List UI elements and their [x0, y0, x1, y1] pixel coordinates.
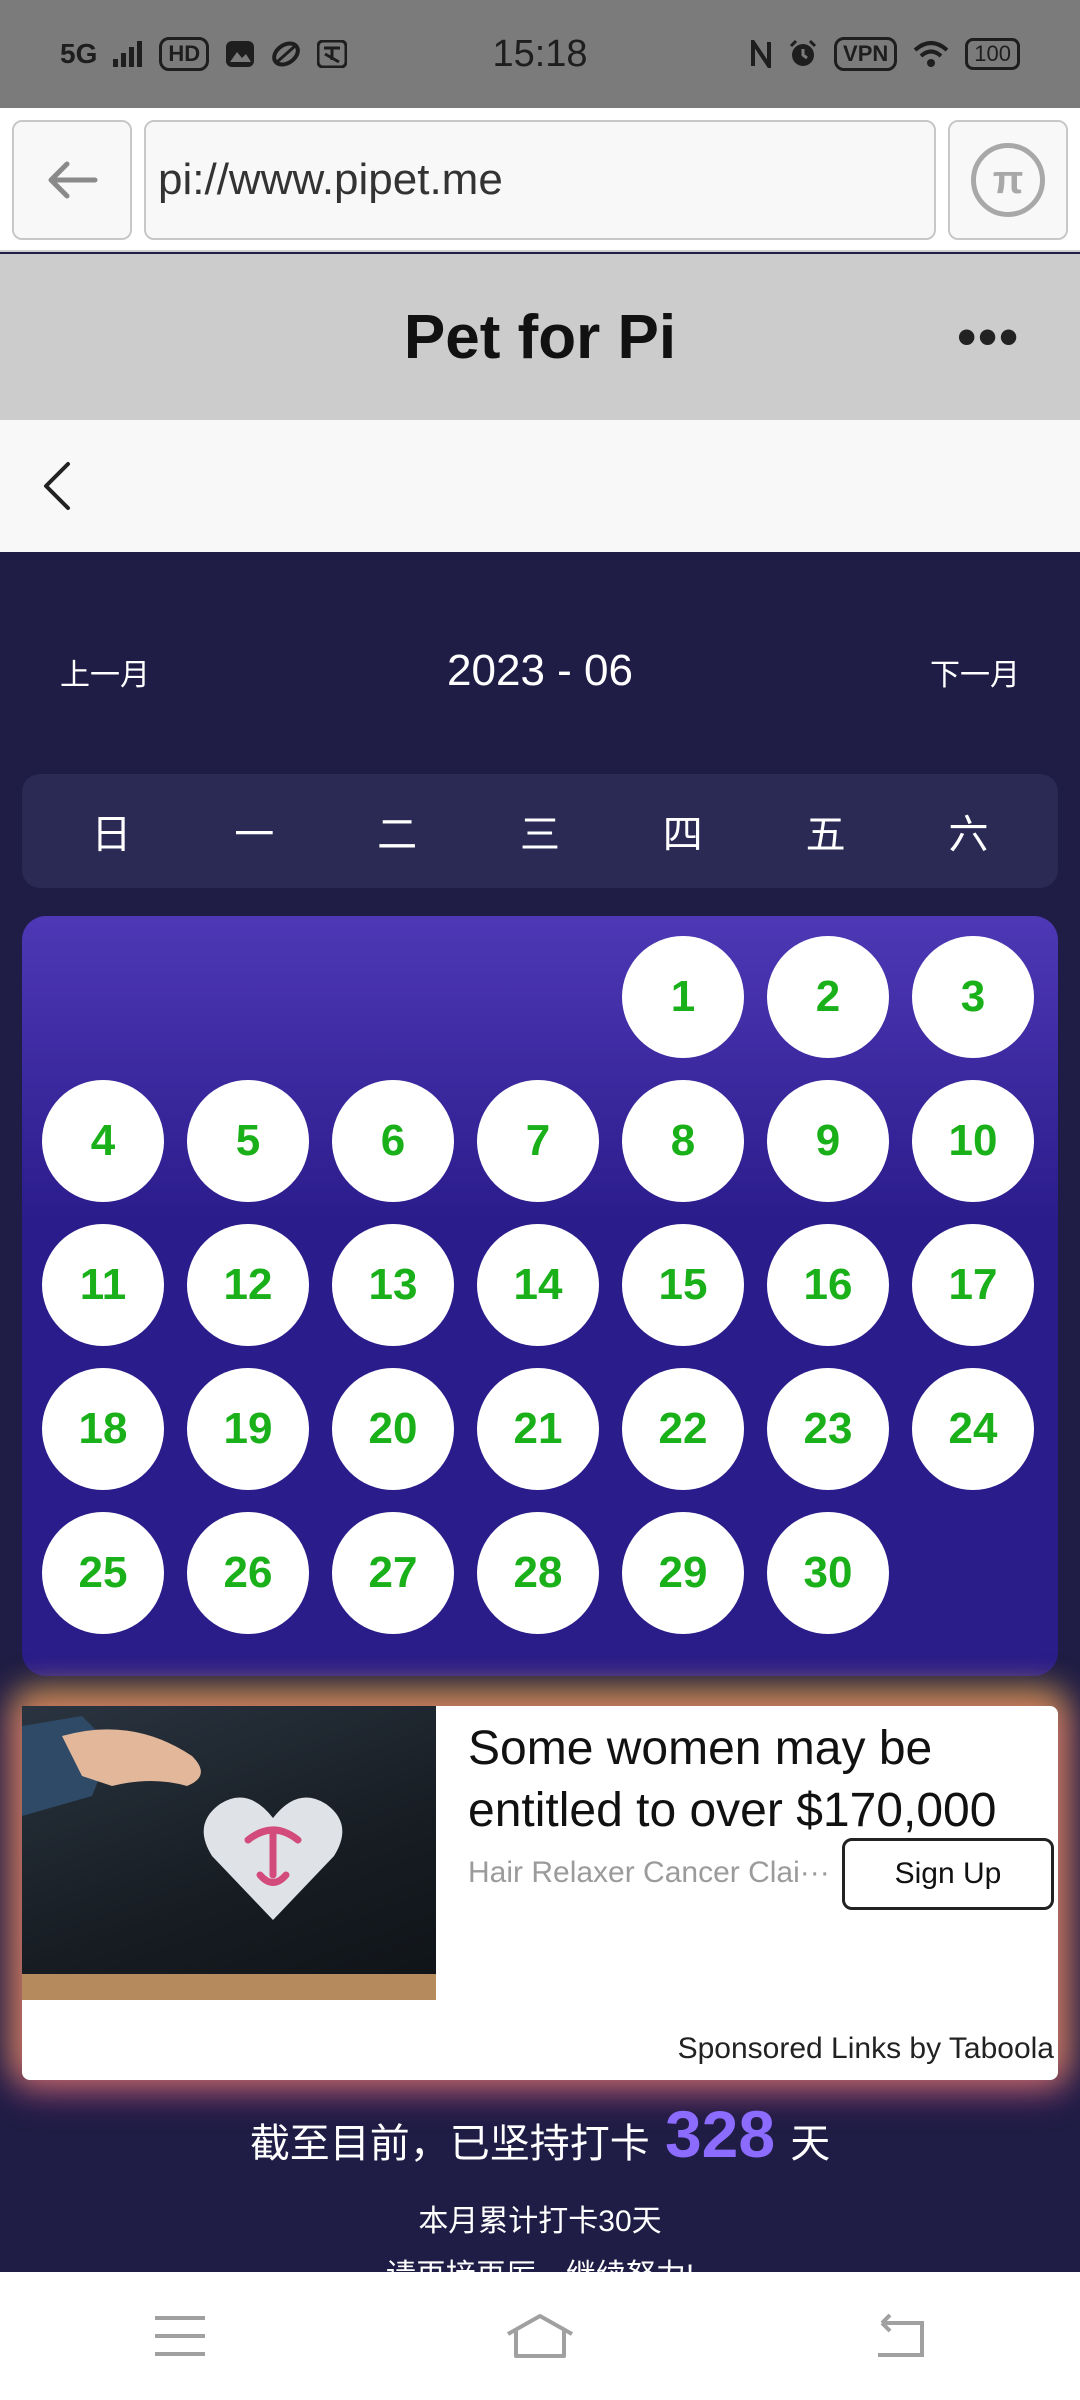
- gallery-icon: [226, 41, 255, 67]
- status-time: 15:18: [492, 32, 588, 75]
- calendar-day[interactable]: 13: [332, 1224, 454, 1346]
- ad-image-surface: [22, 1974, 436, 2000]
- url-text: pi://www.pipet.me: [158, 155, 503, 204]
- calendar-day[interactable]: 24: [912, 1368, 1034, 1490]
- calendar-day[interactable]: 1: [622, 936, 744, 1058]
- calendar-day[interactable]: 19: [187, 1368, 309, 1490]
- ad-attribution[interactable]: Sponsored Links by Taboola: [678, 2032, 1054, 2066]
- next-month-button[interactable]: 下一月: [930, 650, 1020, 694]
- calendar-day[interactable]: 3: [912, 936, 1034, 1058]
- home-icon: [507, 2314, 573, 2358]
- status-right: VPN 100: [750, 37, 1020, 71]
- calendar-day[interactable]: 26: [187, 1512, 309, 1634]
- signal-icon: [113, 41, 143, 67]
- month-total: 本月累计打卡30天: [418, 2205, 662, 2238]
- calendar-day[interactable]: 11: [42, 1224, 164, 1346]
- leaf-icon: [272, 41, 300, 67]
- sub-header: [0, 420, 1080, 552]
- weekday-label: 一: [234, 813, 275, 857]
- calendar-day[interactable]: 10: [912, 1080, 1034, 1202]
- current-month-label: 2023 - 06: [447, 646, 633, 695]
- weekday-label: 三: [519, 813, 560, 857]
- calendar-empty-cell: [477, 936, 599, 1058]
- pi-browser-button[interactable]: π: [948, 120, 1068, 240]
- weekday-label: 六: [948, 813, 989, 857]
- ad-source: Hair Relaxer Cancer Clai···: [468, 1856, 830, 1889]
- weekday-label: 日: [91, 813, 132, 857]
- calendar-day[interactable]: 27: [332, 1512, 454, 1634]
- back-icon: [878, 2313, 924, 2357]
- calendar-empty-cell: [42, 936, 164, 1058]
- weekday-label: 四: [662, 813, 703, 857]
- calendar-day[interactable]: 20: [332, 1368, 454, 1490]
- back-chevron-icon[interactable]: [32, 458, 88, 514]
- pi-logo-icon: π: [971, 143, 1045, 217]
- calendar-day[interactable]: 12: [187, 1224, 309, 1346]
- weekday-header: 日 一 二 三 四 五 六: [22, 774, 1058, 888]
- browser-back-button[interactable]: [12, 120, 132, 240]
- calendar-day[interactable]: 7: [477, 1080, 599, 1202]
- streak-suffix: 天: [790, 2122, 831, 2166]
- calendar-empty-cell: [332, 936, 454, 1058]
- calendar-day[interactable]: 30: [767, 1512, 889, 1634]
- home-button[interactable]: [495, 2301, 585, 2371]
- nfc-icon: [751, 40, 772, 68]
- app-header: Pet for Pi •••: [0, 254, 1080, 420]
- url-bar[interactable]: pi://www.pipet.me: [144, 120, 936, 240]
- ad-headline[interactable]: Some women may be entitled to over $170,…: [468, 1718, 1048, 1842]
- heart-icon: [203, 1797, 343, 1920]
- more-options-button[interactable]: •••: [957, 306, 1020, 368]
- page-title: Pet for Pi: [403, 302, 677, 372]
- streak-count: 328: [664, 2097, 776, 2171]
- arrow-left-icon: [48, 161, 98, 199]
- calendar-day[interactable]: 4: [42, 1080, 164, 1202]
- calendar-day[interactable]: 9: [767, 1080, 889, 1202]
- calendar-day[interactable]: 5: [187, 1080, 309, 1202]
- vpn-badge: VPN: [834, 37, 898, 71]
- calendar-day[interactable]: 29: [622, 1512, 744, 1634]
- weekday-label: 五: [805, 813, 846, 857]
- calendar-day[interactable]: 15: [622, 1224, 744, 1346]
- calendar-panel: 1 2 3 4 5 6 7 8 9 10 11 12 13 14 15 16 1…: [22, 916, 1058, 1676]
- calendar-day[interactable]: 16: [767, 1224, 889, 1346]
- calendar-day[interactable]: 17: [912, 1224, 1034, 1346]
- calendar-day[interactable]: 14: [477, 1224, 599, 1346]
- calendar-day[interactable]: 18: [42, 1368, 164, 1490]
- calendar-day[interactable]: 23: [767, 1368, 889, 1490]
- menu-icon: [155, 2316, 205, 2356]
- calendar-day[interactable]: 28: [477, 1512, 599, 1634]
- streak-summary: 截至目前，已坚持打卡 328 天: [0, 2096, 1080, 2172]
- calendar-day[interactable]: 6: [332, 1080, 454, 1202]
- streak-prefix: 截至目前，已坚持打卡: [249, 2122, 650, 2166]
- prev-month-button[interactable]: 上一月: [60, 650, 150, 694]
- calendar-grid: 1 2 3 4 5 6 7 8 9 10 11 12 13 14 15 16 1…: [42, 936, 1034, 1634]
- back-button[interactable]: [855, 2301, 945, 2371]
- encouragement-text: 请再接再厉，继续努力!: [0, 2250, 1080, 2274]
- calendar-day[interactable]: 25: [42, 1512, 164, 1634]
- wifi-icon: [913, 41, 949, 67]
- ad-image[interactable]: [22, 1706, 436, 2000]
- alarm-icon: [789, 39, 817, 66]
- calendar-day[interactable]: 22: [622, 1368, 744, 1490]
- browser-toolbar: pi://www.pipet.me π: [0, 108, 1080, 252]
- month-navigation: 上一月 2023 - 06 下一月: [0, 600, 1080, 750]
- status-bar: 5G HD 15:18 VPN 100: [0, 0, 1080, 108]
- menu-button[interactable]: [135, 2301, 225, 2371]
- calendar-empty-cell: [187, 936, 309, 1058]
- battery-indicator: 100: [965, 38, 1020, 70]
- status-left: 5G HD: [60, 37, 348, 71]
- system-navigation-bar: [0, 2272, 1080, 2400]
- calendar-day[interactable]: 2: [767, 936, 889, 1058]
- calendar-day[interactable]: 21: [477, 1368, 599, 1490]
- weekday-label: 二: [377, 813, 418, 857]
- network-label: 5G: [60, 38, 98, 69]
- calendar-day[interactable]: 8: [622, 1080, 744, 1202]
- sign-up-button[interactable]: Sign Up: [842, 1838, 1054, 1910]
- app-notification-icon: [317, 40, 348, 68]
- hd-badge: HD: [159, 37, 210, 71]
- sponsored-ad[interactable]: Some women may be entitled to over $170,…: [22, 1706, 1058, 2080]
